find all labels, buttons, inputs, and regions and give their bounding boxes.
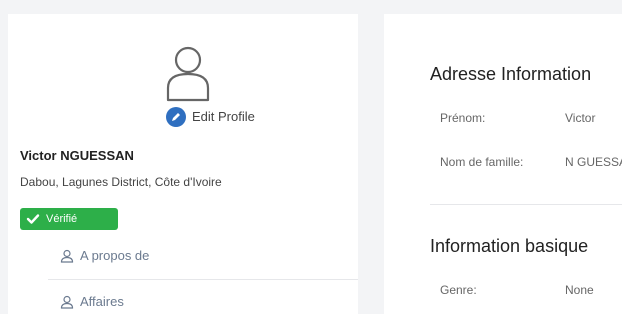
pencil-icon bbox=[172, 113, 180, 121]
user-icon bbox=[60, 249, 74, 263]
gender-label: Genre: bbox=[440, 283, 477, 297]
gender-value: None bbox=[565, 283, 594, 297]
avatar-icon bbox=[166, 46, 210, 102]
section-divider bbox=[430, 204, 622, 205]
last-name-label: Nom de famille: bbox=[440, 155, 524, 169]
basic-section-title: Information basique bbox=[430, 236, 589, 256]
address-section-title: Adresse Information bbox=[430, 64, 592, 84]
edit-profile-button[interactable] bbox=[166, 107, 186, 127]
verified-label: Vérifié bbox=[46, 213, 78, 225]
sidebar-item-label: Affaires bbox=[80, 294, 124, 309]
sidebar-item-about[interactable]: A propos de bbox=[60, 248, 149, 263]
last-name-value: N GUESSAN bbox=[565, 155, 622, 169]
profile-location: Dabou, Lagunes District, Côte d'Ivoire bbox=[20, 175, 222, 189]
check-icon bbox=[26, 214, 40, 224]
profile-name: Victor NGUESSAN bbox=[20, 148, 134, 163]
sidebar-item-label: A propos de bbox=[80, 248, 150, 263]
verified-badge: Vérifié bbox=[20, 208, 118, 230]
sidebar-divider bbox=[48, 279, 358, 280]
first-name-label: Prénom: bbox=[440, 111, 486, 125]
user-icon bbox=[60, 295, 74, 309]
sidebar-item-business[interactable]: Affaires bbox=[60, 294, 124, 309]
first-name-value: Victor bbox=[565, 111, 596, 125]
edit-profile-label[interactable]: Edit Profile bbox=[192, 109, 255, 124]
